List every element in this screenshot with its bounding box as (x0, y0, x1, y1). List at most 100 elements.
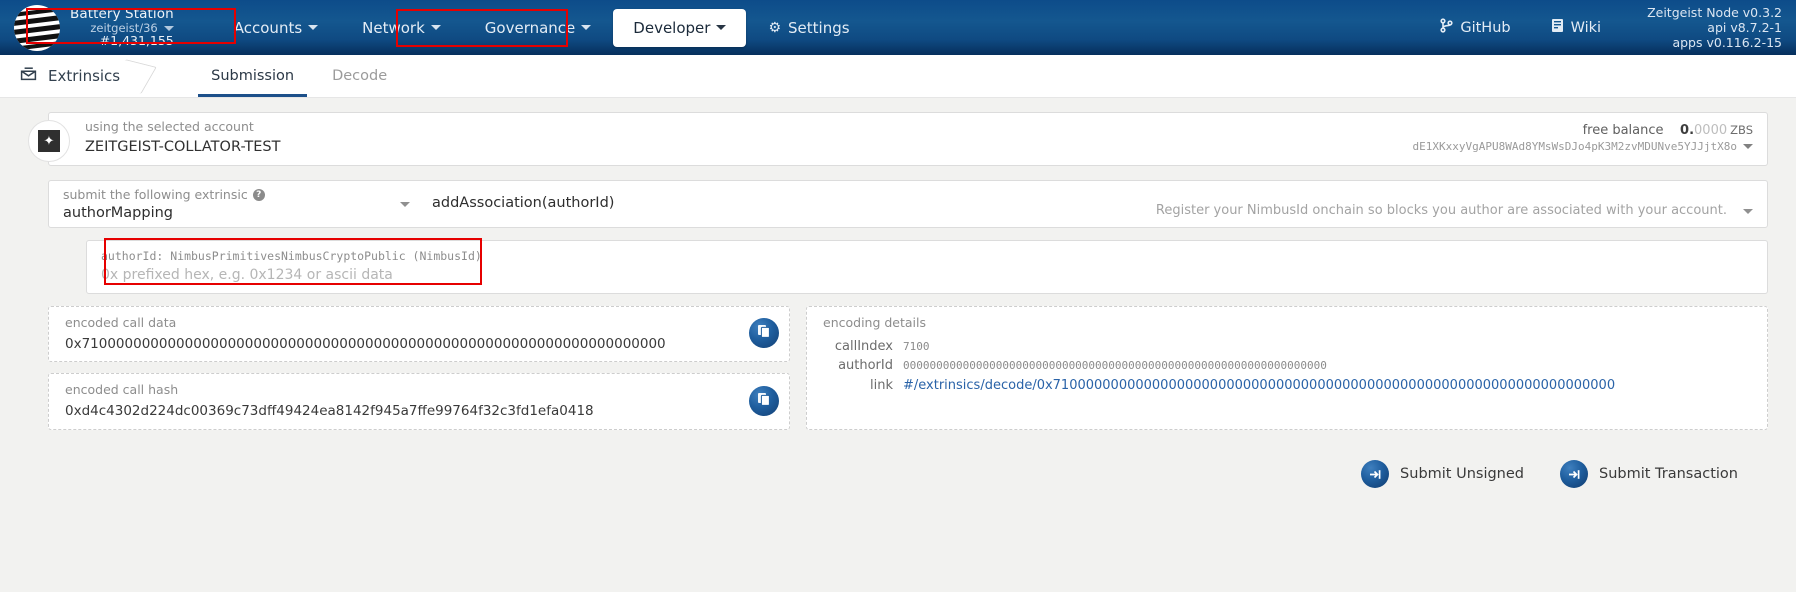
chevron-down-icon[interactable] (1743, 144, 1753, 149)
free-balance-dec: 0000 (1694, 123, 1727, 138)
nav-item-settings[interactable]: ⚙ Settings (746, 9, 871, 47)
encoded-call-data-label: encoded call data (65, 314, 737, 333)
detail-key: callIndex (823, 337, 893, 357)
apps-version: apps v0.116.2-15 (1647, 35, 1782, 50)
nav-item-governance-label: Governance (485, 19, 576, 37)
free-balance: free balance 0.0000ZBS (1412, 123, 1753, 138)
nav-item-accounts-label: Accounts (234, 19, 302, 37)
detail-value: 7100 (903, 339, 930, 356)
encoding-row: encoded call data 0x71000000000000000000… (48, 306, 1768, 430)
encoded-call-hash-label: encoded call hash (65, 381, 737, 400)
version-info: Zeitgeist Node v0.3.2 api v8.7.2-1 apps … (1621, 5, 1796, 50)
account-label: using the selected account (85, 118, 280, 137)
account-address-text: dE1XKxxyVgAPU8WAd8YMsWsDJo4pK3M2zvMDUNve… (1412, 140, 1737, 153)
detail-row-callindex: callIndex 7100 (823, 337, 1755, 357)
author-id-label: authorId: NimbusPrimitivesNimbusCryptoPu… (101, 249, 1753, 263)
chevron-down-icon[interactable] (400, 202, 410, 207)
copy-call-data-button[interactable] (749, 318, 779, 348)
chevron-down-icon (581, 25, 591, 30)
encoded-call-hash-main: encoded call hash 0xd4c4302d224dc00369c7… (65, 381, 737, 420)
decode-link[interactable]: #/extrinsics/decode/0x710000000000000000… (903, 376, 1615, 396)
best-block-number: #1,431,155 (70, 34, 174, 48)
tab-decode-label: Decode (332, 68, 387, 84)
encoded-call-data-value: 0x71000000000000000000000000000000000000… (65, 336, 737, 353)
help-icon[interactable]: ? (253, 189, 265, 201)
wiki-link-label: Wiki (1571, 20, 1601, 36)
account-name: ZEITGEIST-COLLATOR-TEST (85, 137, 280, 158)
nav-item-network[interactable]: Network (340, 9, 463, 47)
pallet-select[interactable]: submit the following extrinsic ? authorM… (49, 181, 424, 227)
copy-icon (757, 392, 771, 410)
tab-submission-label: Submission (211, 68, 294, 84)
free-balance-label: free balance (1583, 123, 1664, 138)
top-navigation-bar: Battery Station zeitgeist/36 #1,431,155 … (0, 0, 1796, 55)
detail-key: link (823, 376, 893, 396)
chevron-down-icon (431, 25, 441, 30)
copy-call-hash-button[interactable] (749, 386, 779, 416)
detail-row-authorid: authorId 0000000000000000000000000000000… (823, 356, 1755, 376)
main-content: ✦ using the selected account ZEITGEIST-C… (0, 98, 1796, 488)
submit-unsigned-button[interactable]: Submit Unsigned (1361, 460, 1524, 488)
account-selector[interactable]: using the selected account ZEITGEIST-COL… (48, 112, 1768, 166)
encoded-call-data-box: encoded call data 0x71000000000000000000… (48, 306, 790, 363)
account-right: free balance 0.0000ZBS dE1XKxxyVgAPU8WAd… (1412, 123, 1753, 153)
github-link[interactable]: GitHub (1420, 18, 1530, 37)
extrinsic-section-label: submit the following extrinsic ? (63, 186, 412, 205)
nav-item-network-label: Network (362, 19, 425, 37)
extrinsic-hint: Register your NimbusId onchain so blocks… (1156, 181, 1767, 227)
account-identicon-icon: ✦ (28, 120, 70, 162)
tab-submission[interactable]: Submission (192, 55, 313, 97)
chevron-down-icon (308, 25, 318, 30)
param-wrap: authorId: NimbusPrimitivesNimbusCryptoPu… (86, 240, 1768, 294)
git-branch-icon (1440, 18, 1453, 37)
submit-arrow-icon (1361, 460, 1389, 488)
encoding-details-title: encoding details (823, 314, 1755, 333)
github-link-label: GitHub (1460, 20, 1510, 36)
copy-icon (757, 324, 771, 342)
extrinsics-icon (20, 66, 37, 87)
brand-block[interactable]: Battery Station zeitgeist/36 #1,431,155 (0, 5, 174, 51)
nav-item-developer[interactable]: Developer (613, 9, 746, 47)
tab-decode[interactable]: Decode (313, 55, 406, 97)
section-tab-bar: Extrinsics Submission Decode (0, 55, 1796, 98)
author-id-field[interactable]: authorId: NimbusPrimitivesNimbusCryptoPu… (86, 240, 1768, 294)
method-select-value: addAssociation(authorId) (432, 195, 592, 211)
nav-item-accounts[interactable]: Accounts (212, 9, 340, 47)
nav-item-governance[interactable]: Governance (463, 9, 614, 47)
extrinsic-description: Register your NimbusId onchain so blocks… (1156, 203, 1727, 218)
extrinsic-row: submit the following extrinsic ? authorM… (48, 180, 1768, 228)
free-balance-unit: ZBS (1730, 123, 1753, 137)
extrinsic-section-label-text: submit the following extrinsic (63, 186, 248, 205)
tab-list: Submission Decode (192, 55, 406, 97)
nav-item-settings-label: Settings (788, 19, 850, 37)
extrinsic-selector-card: submit the following extrinsic ? authorM… (48, 180, 1768, 228)
main-nav: Accounts Network Governance Developer ⚙ … (212, 0, 872, 55)
pallet-select-value: authorMapping (63, 205, 412, 221)
node-version: Zeitgeist Node v0.3.2 (1647, 5, 1782, 20)
breadcrumb-label: Extrinsics (48, 67, 120, 85)
detail-key: authorId (823, 356, 893, 376)
nav-item-developer-label: Developer (633, 19, 710, 37)
wiki-link[interactable]: Wiki (1531, 18, 1621, 37)
author-id-input[interactable]: 0x prefixed hex, e.g. 0x1234 or ascii da… (101, 267, 1753, 283)
encoded-column: encoded call data 0x71000000000000000000… (48, 306, 790, 430)
header-right: GitHub Wiki Zeitgeist Node v0.3.2 api v8… (1420, 0, 1796, 55)
polkadot-logo-icon (14, 5, 60, 51)
encoding-details-panel: encoding details callIndex 7100 authorId… (806, 306, 1768, 430)
chevron-down-icon (716, 25, 726, 30)
action-button-row: Submit Unsigned Submit Transaction (28, 460, 1768, 488)
gear-icon: ⚙ (768, 20, 781, 36)
encoding-details-rows: callIndex 7100 authorId 0000000000000000… (823, 337, 1755, 396)
detail-value: 0000000000000000000000000000000000000000… (903, 358, 1327, 375)
submit-transaction-label: Submit Transaction (1599, 466, 1738, 482)
api-version: api v8.7.2-1 (1647, 20, 1782, 35)
account-address[interactable]: dE1XKxxyVgAPU8WAd8YMsWsDJo4pK3M2zvMDUNve… (1412, 140, 1753, 153)
account-left: using the selected account ZEITGEIST-COL… (85, 118, 280, 158)
submit-transaction-button[interactable]: Submit Transaction (1560, 460, 1738, 488)
chevron-down-icon[interactable] (1743, 209, 1753, 214)
chevron-down-icon[interactable] (164, 26, 174, 31)
detail-row-link: link #/extrinsics/decode/0x7100000000000… (823, 376, 1755, 396)
submit-arrow-icon (1560, 460, 1588, 488)
method-select[interactable]: addAssociation(authorId) (424, 181, 604, 227)
chain-name: Battery Station (70, 7, 174, 22)
